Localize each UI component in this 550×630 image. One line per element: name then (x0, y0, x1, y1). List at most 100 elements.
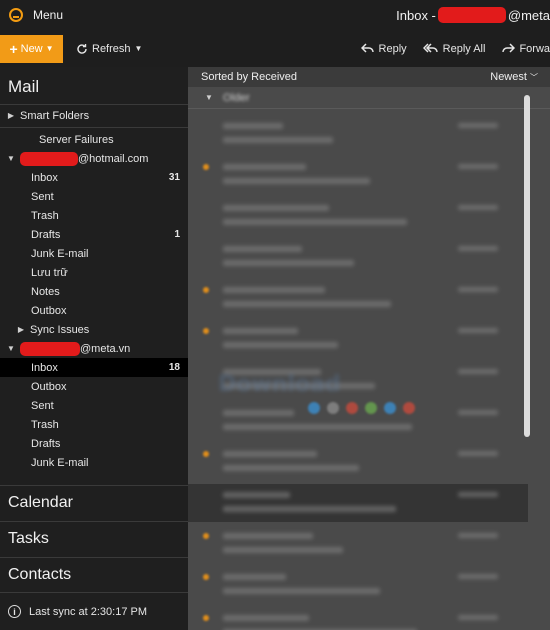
tasks-nav[interactable]: Tasks (0, 521, 188, 557)
smart-folders-item[interactable]: ▶ Smart Folders (0, 106, 188, 125)
message-row[interactable] (188, 115, 528, 153)
blurred-text (223, 574, 286, 580)
group-label: Older (222, 91, 250, 104)
blurred-text (223, 547, 343, 553)
blurred-text (223, 492, 290, 498)
account-meta-label: @meta.vn (80, 342, 131, 355)
sort-order-label: Newest (490, 71, 527, 83)
blurred-text (458, 246, 498, 251)
blurred-text (223, 219, 407, 225)
blurred-text (223, 533, 313, 539)
message-row[interactable] (188, 525, 528, 563)
blurred-text (458, 533, 498, 538)
reply-all-button-label: Reply All (442, 42, 486, 55)
chevron-down-icon: ▼ (205, 93, 213, 102)
folder-inbox[interactable]: Inbox 18 (0, 358, 188, 377)
message-row[interactable] (188, 566, 528, 604)
folder-label: Sent (31, 399, 54, 412)
message-row[interactable] (188, 607, 528, 630)
new-button-label: New (20, 42, 43, 55)
folder-label: Outbox (31, 380, 67, 393)
folder-label: Drafts (31, 228, 61, 241)
blurred-text (458, 451, 498, 456)
refresh-button[interactable]: Refresh ▼ (76, 43, 142, 55)
chevron-down-icon: ▼ (134, 44, 143, 53)
flag-icon (203, 164, 209, 170)
blurred-text (223, 328, 298, 334)
blurred-text (223, 506, 396, 512)
folder-sent[interactable]: Sent (0, 187, 188, 206)
folder-label: Notes (31, 285, 60, 298)
folder-label: Sent (31, 190, 54, 203)
message-row[interactable] (188, 279, 528, 317)
scrollbar[interactable] (524, 95, 530, 437)
reply-icon (360, 43, 374, 53)
calendar-nav[interactable]: Calendar (0, 485, 188, 521)
chevron-down-icon: ▼ (7, 154, 15, 163)
sync-status: i Last sync at 2:30:17 PM (0, 592, 188, 630)
sync-issues-label: Sync Issues (30, 323, 90, 336)
folder-outbox[interactable]: Outbox (0, 377, 188, 396)
info-icon: i (8, 605, 21, 618)
folder-junk-e-mail[interactable]: Junk E-mail (0, 453, 188, 472)
blurred-text (223, 424, 412, 430)
last-sync-label: Last sync at 2:30:17 PM (29, 605, 148, 618)
folder-label: Junk E-mail (31, 456, 89, 469)
message-row[interactable] (188, 156, 528, 194)
blurred-text (458, 369, 498, 374)
window-title: Inbox - @meta (396, 0, 550, 30)
divider (0, 127, 188, 128)
menu-button[interactable]: Menu (33, 8, 63, 22)
reply-button-label: Reply (378, 42, 407, 55)
message-row[interactable] (188, 443, 528, 481)
folder-label: Inbox (31, 361, 58, 374)
sync-issues-item[interactable]: ▶ Sync Issues (0, 320, 188, 339)
unread-count-badge: 31 (168, 172, 180, 183)
account-meta[interactable]: ▼ @meta.vn (0, 339, 188, 358)
message-row[interactable] (188, 197, 528, 235)
blurred-text (223, 451, 317, 457)
folder-outbox[interactable]: Outbox (0, 301, 188, 320)
reply-button[interactable]: Reply (360, 42, 407, 55)
server-failures-item[interactable]: Server Failures (0, 130, 188, 149)
forward-button[interactable]: Forwa (501, 43, 550, 55)
blurred-text (223, 465, 359, 471)
folder-junk-e-mail[interactable]: Junk E-mail (0, 244, 188, 263)
group-header[interactable]: ▼ Older (188, 87, 550, 109)
unread-count-badge: 18 (168, 362, 180, 373)
folder-drafts[interactable]: Drafts (0, 434, 188, 453)
folder-label: Lưu trữ (31, 266, 68, 279)
message-row[interactable] (188, 484, 528, 522)
folder-trash[interactable]: Trash (0, 206, 188, 225)
folder-label: Trash (31, 209, 59, 222)
folder-trash[interactable]: Trash (0, 415, 188, 434)
reply-all-button[interactable]: Reply All (422, 42, 486, 55)
app-logo-icon (9, 8, 23, 22)
contacts-nav[interactable]: Contacts (0, 557, 188, 593)
blurred-text (223, 588, 380, 594)
folder-l-u-tr-[interactable]: Lưu trữ (0, 263, 188, 282)
account-hotmail[interactable]: ▼ @hotmail.com (0, 149, 188, 168)
sort-order-button[interactable]: Newest ﹀ (490, 71, 538, 83)
list-header: Sorted by Received Newest ﹀ (188, 67, 550, 87)
divider (0, 104, 188, 105)
sort-by-button[interactable]: Sorted by Received (201, 71, 297, 83)
folder-drafts[interactable]: Drafts 1 (0, 225, 188, 244)
plus-icon: + (9, 40, 18, 57)
blurred-text (458, 492, 498, 497)
server-failures-label: Server Failures (39, 133, 114, 146)
folder-sent[interactable]: Sent (0, 396, 188, 415)
folder-inbox[interactable]: Inbox 31 (0, 168, 188, 187)
message-row[interactable] (188, 238, 528, 276)
message-row[interactable] (188, 320, 528, 358)
folder-notes[interactable]: Notes (0, 282, 188, 301)
flag-icon (203, 328, 209, 334)
blurred-text (458, 205, 498, 210)
new-button[interactable]: + New ▼ (0, 34, 63, 63)
blurred-text (223, 246, 302, 252)
window-title-suffix: @meta (507, 7, 550, 23)
blurred-text (223, 137, 333, 143)
mail-header[interactable]: Mail (0, 67, 188, 104)
flag-icon (203, 533, 209, 539)
sidebar: Mail ▶ Smart Folders Server Failures ▼ @… (0, 67, 188, 630)
